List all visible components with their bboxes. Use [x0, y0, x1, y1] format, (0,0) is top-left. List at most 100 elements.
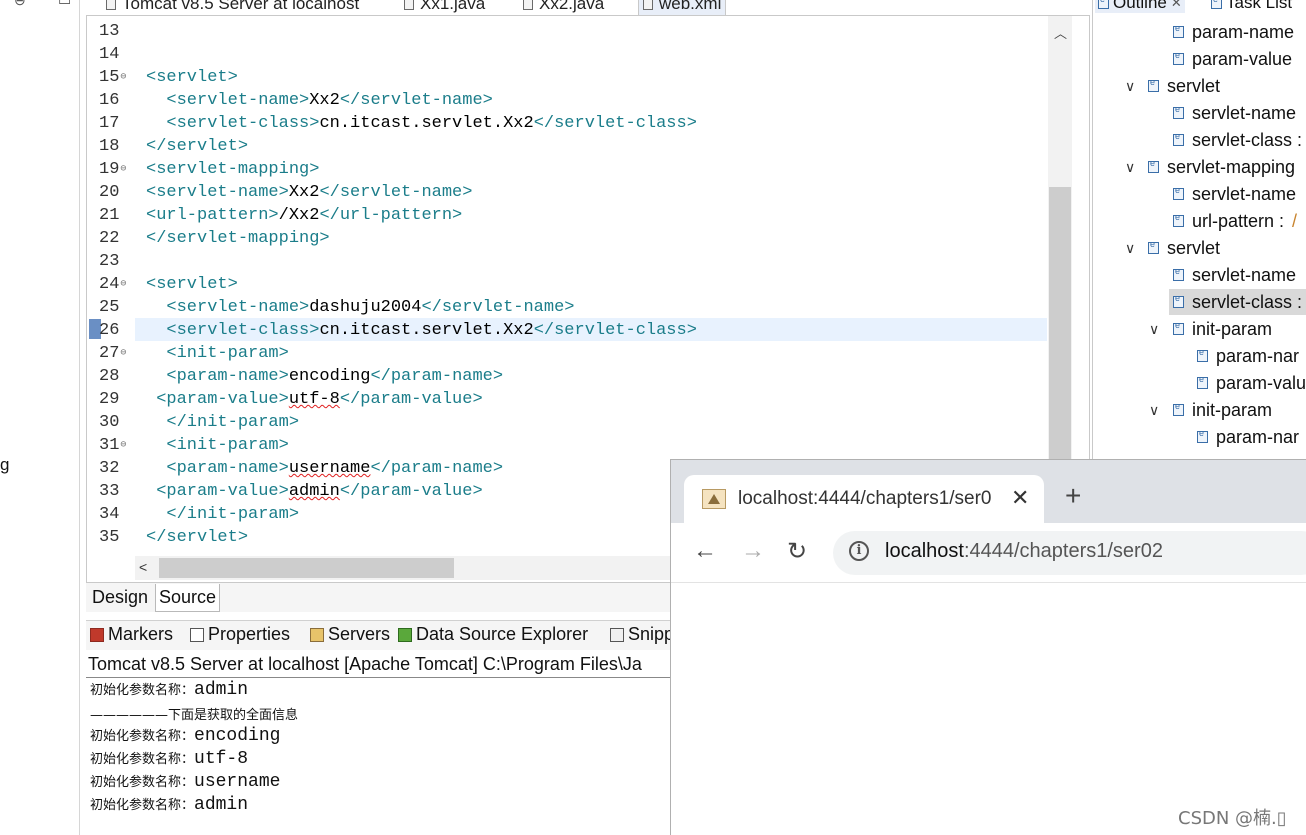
line-number: 18	[99, 137, 120, 156]
tab-tomcat-server[interactable]: Tomcat v8.5 Server at localhost	[106, 0, 359, 15]
chevron-down-icon[interactable]: ∨	[1125, 78, 1135, 95]
line-number: 17	[99, 114, 120, 133]
reload-icon[interactable]: ↻	[787, 537, 807, 566]
outline-tab-bar: Outline ✕ Task List	[1093, 0, 1306, 15]
outline-node[interactable]: servlet-name	[1173, 181, 1296, 207]
line-number: 33	[99, 482, 120, 501]
tab-xx2-java[interactable]: Xx2.java	[523, 0, 604, 15]
tab-label: Xx2.java	[539, 0, 605, 13]
forward-icon[interactable]: →	[741, 537, 765, 565]
address-bar[interactable]: i localhost:4444/chapters1/ser02	[833, 531, 1306, 575]
line-number: 27⊖	[99, 344, 127, 363]
outline-node[interactable]: param-nar	[1197, 424, 1299, 450]
snippets-icon	[610, 627, 624, 642]
chevron-down-icon[interactable]: ∨	[1149, 402, 1159, 419]
outline-node[interactable]: param-name	[1173, 19, 1294, 45]
fold-icon[interactable]: ⊖	[120, 279, 126, 290]
site-info-icon[interactable]: i	[849, 541, 869, 561]
editor-tab-bar: Tomcat v8.5 Server at localhost Xx1.java…	[86, 0, 1090, 16]
tab-label: Data Source Explorer	[416, 624, 589, 644]
scroll-left-icon[interactable]: <	[139, 559, 147, 575]
tab-outline[interactable]: Outline ✕	[1095, 0, 1185, 13]
url-text: localhost:4444/chapters1/ser02	[885, 540, 1163, 562]
line-number: 24⊖	[99, 275, 127, 294]
element-icon	[1197, 374, 1208, 389]
line-number: 28	[99, 367, 120, 386]
xml-file-icon	[643, 0, 653, 10]
new-tab-icon[interactable]: +	[1065, 480, 1081, 512]
element-icon	[1148, 77, 1159, 92]
markers-icon	[90, 627, 104, 642]
browser-toolbar: ← → ↻ i localhost:4444/chapters1/ser02	[671, 523, 1306, 583]
outline-node[interactable]: servlet	[1148, 73, 1220, 99]
package-explorer-panel: ⊖ ▭ g	[0, 0, 80, 835]
fold-icon[interactable]: ⊖	[120, 440, 126, 451]
tab-label: Outline	[1113, 0, 1167, 12]
outline-node[interactable]: servlet-name	[1173, 100, 1296, 126]
data-source-icon	[398, 627, 412, 642]
element-icon	[1173, 23, 1184, 38]
code-line: </servlet-mapping>	[146, 229, 330, 248]
collapse-icon[interactable]: ⊖	[14, 0, 26, 9]
tab-data-source-explorer[interactable]: Data Source Explorer	[398, 624, 588, 645]
tab-task-list[interactable]: Task List	[1211, 0, 1292, 13]
tab-label: Servers	[328, 624, 391, 644]
fold-icon[interactable]: ⊖	[120, 348, 126, 359]
line-number: 30	[99, 413, 120, 432]
outline-node[interactable]: servlet-mapping	[1148, 154, 1295, 180]
element-icon	[1173, 320, 1184, 335]
code-line: <init-param>	[166, 344, 289, 363]
tab-servers[interactable]: Servers	[310, 624, 390, 645]
outline-node[interactable]: servlet-class :	[1173, 127, 1302, 153]
code-line: <param-value>admin</param-value>	[156, 482, 483, 501]
outline-node[interactable]: init-param	[1173, 316, 1272, 342]
console-line: 初始化参数名称：utf-8	[90, 749, 249, 769]
line-number: 32	[99, 459, 120, 478]
tab-source[interactable]: Source	[155, 584, 221, 612]
tab-xx1-java[interactable]: Xx1.java	[404, 0, 485, 15]
server-icon	[106, 0, 116, 10]
outline-node[interactable]: init-param	[1173, 397, 1272, 423]
chevron-down-icon[interactable]: ∨	[1149, 321, 1159, 338]
chevron-down-icon[interactable]: ∨	[1125, 159, 1135, 176]
line-number: 15⊖	[99, 68, 127, 87]
outline-node-selected[interactable]: servlet-class :	[1169, 289, 1306, 315]
line-number: 19⊖	[99, 160, 127, 179]
outline-node[interactable]: url-pattern :/	[1173, 208, 1297, 234]
scrollbar-thumb[interactable]	[159, 558, 454, 578]
code-line: <servlet-class>cn.itcast.servlet.Xx2</se…	[166, 321, 697, 340]
tab-design[interactable]: Design	[89, 584, 151, 612]
code-line: <servlet-name>dashuju2004</servlet-name>	[166, 298, 575, 317]
outline-node[interactable]: param-value	[1173, 46, 1292, 72]
console-output[interactable]: 初始化参数名称：admin ——————下面是获取的全面信息 初始化参数名称：e…	[86, 679, 670, 835]
browser-page-content[interactable]	[671, 584, 1306, 835]
tab-properties[interactable]: Properties	[190, 624, 290, 645]
code-line: </servlet>	[146, 528, 249, 547]
tab-label: Markers	[108, 624, 174, 644]
outline-node[interactable]: servlet-name	[1173, 262, 1296, 288]
line-number: 31⊖	[99, 436, 127, 455]
minimize-icon[interactable]: ▭	[58, 0, 71, 9]
close-icon[interactable]: ✕	[1171, 0, 1182, 11]
tab-snippets[interactable]: Snipp	[610, 624, 670, 645]
outline-icon	[1098, 0, 1109, 9]
outline-node[interactable]: param-valu	[1197, 370, 1306, 396]
fold-icon[interactable]: ⊖	[120, 72, 126, 83]
outline-node[interactable]: param-nar	[1197, 343, 1299, 369]
line-number-gutter: 13 14 15⊖ 16 17 18 19⊖ 20 21 22 23 24⊖ 2…	[87, 16, 133, 556]
tab-web-xml[interactable]: web.xml	[638, 0, 727, 15]
outline-node[interactable]: servlet	[1148, 235, 1220, 261]
tab-markers[interactable]: Markers	[90, 624, 173, 645]
browser-tab-strip: localhost:4444/chapters1/ser0 ✕ +	[671, 460, 1306, 523]
back-icon[interactable]: ←	[693, 537, 717, 565]
tab-label: Properties	[208, 624, 291, 644]
fold-icon[interactable]: ⊖	[120, 164, 126, 175]
line-number: 34	[99, 505, 120, 524]
code-line: <servlet-class>cn.itcast.servlet.Xx2</se…	[166, 114, 697, 133]
browser-tab[interactable]: localhost:4444/chapters1/ser0 ✕	[684, 475, 1044, 523]
chevron-down-icon[interactable]: ∨	[1125, 240, 1135, 257]
scroll-up-icon[interactable]: ︿	[1054, 23, 1067, 42]
tab-label: Tomcat v8.5 Server at localhost	[122, 0, 360, 13]
close-tab-icon[interactable]: ✕	[1011, 485, 1029, 511]
code-line: </servlet>	[146, 137, 249, 156]
